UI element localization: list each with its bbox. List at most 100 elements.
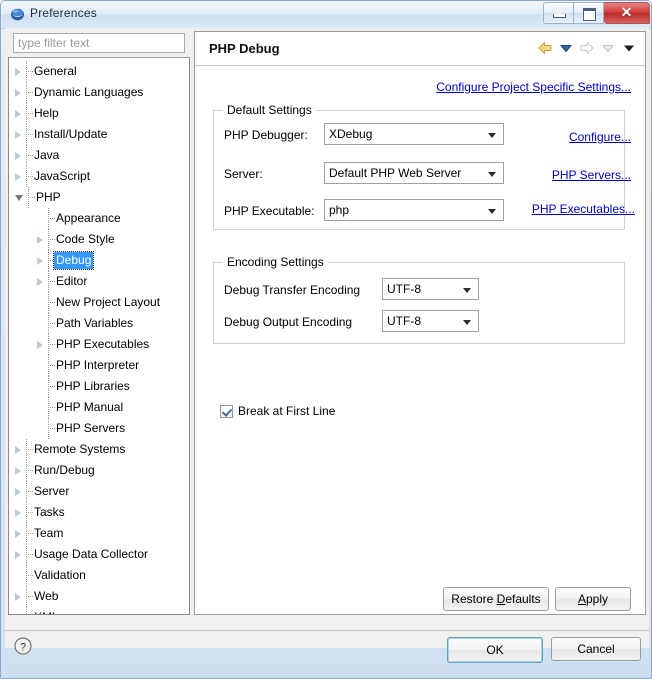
configure-project-specific-settings-link[interactable]: Configure Project Specific Settings...	[436, 80, 631, 94]
chevron-right-icon[interactable]	[15, 88, 21, 97]
tree-connector	[22, 607, 32, 614]
chevron-right-icon[interactable]	[15, 445, 21, 454]
chevron-right-icon[interactable]	[15, 130, 21, 139]
help-button[interactable]: ?	[13, 636, 33, 656]
chevron-right-icon[interactable]	[15, 613, 21, 614]
chevron-right-icon[interactable]	[15, 466, 21, 475]
chevron-down-icon[interactable]	[15, 194, 23, 201]
filter-input[interactable]	[13, 33, 185, 53]
sidebar-item-help[interactable]: Help	[9, 103, 189, 125]
chevron-right-icon[interactable]	[15, 508, 21, 517]
sidebar-item-code-style[interactable]: Code Style	[9, 229, 189, 251]
chevron-right-icon[interactable]	[15, 172, 21, 181]
maximize-button[interactable]	[574, 2, 604, 24]
sidebar-item-new-project-layout[interactable]: New Project Layout	[9, 292, 189, 314]
debug-output-encoding-combo[interactable]: UTF-8	[382, 310, 479, 332]
chevron-right-icon[interactable]	[15, 487, 21, 496]
help-icon-glyph: ?	[20, 641, 26, 653]
tree-connector	[22, 145, 34, 167]
sidebar-item-java[interactable]: Java	[9, 145, 189, 167]
restore-defaults-button[interactable]: Restore Defaults	[443, 587, 549, 611]
sidebar-item-debug[interactable]: Debug	[9, 250, 189, 272]
server-combo[interactable]: Default PHP Web Server	[324, 162, 504, 184]
php-servers-link[interactable]: PHP Servers...	[552, 168, 631, 182]
sidebar-item-editor[interactable]: Editor	[9, 271, 189, 293]
sidebar-item-php-libraries[interactable]: PHP Libraries	[9, 376, 189, 398]
back-history-dropdown-icon[interactable]	[558, 40, 574, 56]
chevron-right-icon[interactable]	[15, 67, 21, 76]
chevron-right-icon[interactable]	[37, 340, 43, 349]
sidebar-item-path-variables[interactable]: Path Variables	[9, 313, 189, 335]
sidebar-item-install-update[interactable]: Install/Update	[9, 124, 189, 146]
preferences-dialog: Preferences ✕ General Dynamic Languages He…	[0, 0, 652, 679]
sidebar-item-dynamic-languages[interactable]: Dynamic Languages	[9, 82, 189, 104]
preferences-tree[interactable]: General Dynamic Languages Help Install/Upda…	[8, 57, 190, 615]
break-at-first-line-checkbox[interactable]	[220, 404, 233, 418]
debug-transfer-encoding-combo[interactable]: UTF-8	[382, 278, 479, 300]
tree-connector	[22, 565, 34, 587]
sidebar-item-label: PHP Libraries	[56, 379, 130, 394]
sidebar-item-appearance[interactable]: Appearance	[9, 208, 189, 230]
sidebar-item-php-manual[interactable]: PHP Manual	[9, 397, 189, 419]
encoding-settings-group-title: Encoding Settings	[223, 255, 328, 269]
tree-connector	[44, 313, 56, 335]
sidebar-item-label: Java	[34, 148, 60, 163]
sidebar-item-php-servers[interactable]: PHP Servers	[9, 418, 189, 440]
sidebar-item-label: Run/Debug	[34, 463, 95, 478]
sidebar-item-php[interactable]: PHP	[9, 187, 189, 209]
chevron-right-icon[interactable]	[15, 550, 21, 559]
tree-connector	[44, 292, 56, 314]
php-debugger-combo[interactable]: XDebug	[324, 123, 504, 145]
sidebar-item-label: Editor	[56, 274, 88, 289]
sidebar-item-general[interactable]: General	[9, 61, 189, 83]
configure-link[interactable]: Configure...	[569, 130, 631, 144]
chevron-right-icon[interactable]	[37, 256, 43, 265]
sidebar-item-label: New Project Layout	[56, 295, 161, 310]
sidebar-item-label: General	[34, 64, 77, 79]
minimize-button[interactable]	[543, 2, 574, 24]
view-menu-dropdown-icon[interactable]	[621, 40, 637, 56]
chevron-right-icon[interactable]	[37, 235, 43, 244]
sidebar-item-label: JavaScript	[34, 169, 91, 184]
sidebar-item-run-debug[interactable]: Run/Debug	[9, 460, 189, 482]
tree-connector	[44, 334, 56, 356]
break-at-first-line-label: Break at First Line	[238, 404, 336, 418]
back-arrow-icon[interactable]	[537, 40, 553, 56]
sidebar-item-label: Help	[34, 106, 59, 121]
sidebar-item-validation[interactable]: Validation	[9, 565, 189, 587]
sidebar-item-web[interactable]: Web	[9, 586, 189, 608]
chevron-down-icon	[463, 320, 471, 325]
close-button[interactable]: ✕	[604, 2, 650, 24]
chevron-right-icon[interactable]	[15, 592, 21, 601]
sidebar-item-server[interactable]: Server	[9, 481, 189, 503]
chevron-right-icon[interactable]	[15, 151, 21, 160]
apply-button[interactable]: Apply	[555, 587, 631, 611]
sidebar-item-remote-systems[interactable]: Remote Systems	[9, 439, 189, 461]
sidebar-item-label: Team	[34, 526, 64, 541]
sidebar-item-javascript[interactable]: JavaScript	[9, 166, 189, 188]
cancel-button[interactable]: Cancel	[551, 637, 641, 661]
ok-button[interactable]: OK	[447, 637, 543, 663]
sidebar-item-team[interactable]: Team	[9, 523, 189, 545]
chevron-right-icon[interactable]	[15, 529, 21, 538]
sidebar-item-php-executables[interactable]: PHP Executables	[9, 334, 189, 356]
break-at-first-line-row[interactable]: Break at First Line	[220, 404, 335, 418]
page-title-divider	[195, 65, 645, 66]
sidebar-item-label: Server	[34, 484, 70, 499]
php-executables-link[interactable]: PHP Executables...	[532, 202, 635, 216]
chevron-down-icon	[488, 209, 496, 214]
sidebar-item-usage-data-collector[interactable]: Usage Data Collector	[9, 544, 189, 566]
sidebar-item-php-interpreter[interactable]: PHP Interpreter	[9, 355, 189, 377]
php-executables-link-wrap: PHP Executables...	[532, 202, 635, 216]
php-executable-combo[interactable]: php	[324, 199, 504, 221]
sidebar-item-xml[interactable]: XML	[9, 607, 189, 614]
chevron-right-icon[interactable]	[37, 277, 43, 286]
sidebar-item-label: Code Style	[56, 232, 115, 247]
chevron-right-icon[interactable]	[15, 109, 21, 118]
tree-connector	[22, 124, 34, 146]
sidebar-item-tasks[interactable]: Tasks	[9, 502, 189, 524]
dialog-body: General Dynamic Languages Help Install/Upda…	[5, 28, 649, 663]
